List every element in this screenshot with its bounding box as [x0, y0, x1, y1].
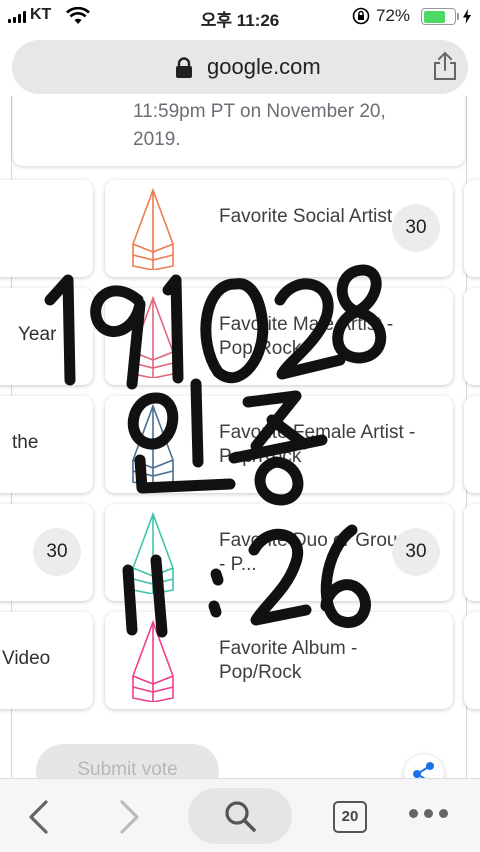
battery-icon [421, 8, 456, 25]
category-card[interactable]: Favorite Social Artist 30 [105, 180, 453, 277]
category-label: Favorite Album - Pop/Rock [219, 638, 358, 683]
trophy-icon [131, 188, 175, 270]
category-card[interactable]: Favorite Duo or Group - P... 30 [105, 504, 453, 601]
web-page-content: 11:59pm PT on November 20, 2019. Favorit… [0, 96, 480, 778]
share-icon[interactable] [432, 51, 458, 81]
submit-vote-button[interactable]: Submit vote [36, 744, 219, 778]
address-bar[interactable]: google.com [12, 40, 468, 94]
forward-icon[interactable] [116, 799, 142, 835]
category-card[interactable]: Favorite Female Artist - Pop/Rock [105, 396, 453, 493]
category-card[interactable] [464, 504, 480, 601]
voting-deadline-text: 11:59pm PT on November 20, 2019. [133, 101, 386, 150]
share-icon [413, 762, 434, 778]
category-card[interactable] [464, 288, 480, 385]
category-label: Favorite Social Artist [219, 206, 393, 227]
search-icon [225, 801, 256, 832]
category-label: Favorite Female Artist - Pop/Rock [219, 422, 416, 467]
battery-percent: 72% [376, 6, 411, 25]
info-panel: 11:59pm PT on November 20, 2019. [13, 96, 465, 166]
status-bar: KT 오후 11:26 72% [0, 0, 480, 34]
category-card[interactable]: Video [0, 612, 93, 709]
category-card[interactable]: the [0, 396, 93, 493]
battery-cap [457, 13, 459, 20]
browser-toolbar: 20 [0, 778, 480, 852]
trophy-icon [131, 620, 175, 702]
category-card[interactable]: Favorite Male Artist - Pop/Rock [105, 288, 453, 385]
category-label: Year [18, 324, 57, 345]
category-label: Video [2, 648, 51, 669]
vote-count-badge: 30 [33, 528, 81, 576]
category-label: Favorite Male Artist - Pop/Rock [219, 314, 394, 359]
category-card[interactable] [464, 396, 480, 493]
share-button[interactable] [404, 754, 444, 778]
url-text: google.com [207, 54, 321, 79]
category-card[interactable]: Year [0, 288, 93, 385]
search-button[interactable] [188, 788, 292, 844]
tabs-button[interactable]: 20 [333, 801, 367, 833]
more-options-icon[interactable] [409, 809, 448, 818]
trophy-icon [131, 296, 175, 378]
vote-count-badge: 30 [392, 528, 440, 576]
category-card[interactable] [464, 180, 480, 277]
category-card[interactable]: Favorite Album - Pop/Rock [105, 612, 453, 709]
charging-bolt-icon [463, 9, 471, 24]
rotation-lock-icon [352, 7, 370, 25]
category-card[interactable]: 30 [0, 504, 93, 601]
trophy-icon [131, 404, 175, 486]
category-card[interactable] [0, 180, 93, 277]
back-icon[interactable] [26, 799, 52, 835]
category-label: the [12, 432, 39, 453]
category-card[interactable] [464, 612, 480, 709]
lock-icon [176, 57, 192, 78]
category-label: Favorite Duo or Group - P... [219, 530, 409, 575]
trophy-icon [131, 512, 175, 594]
vote-count-badge: 30 [392, 204, 440, 252]
